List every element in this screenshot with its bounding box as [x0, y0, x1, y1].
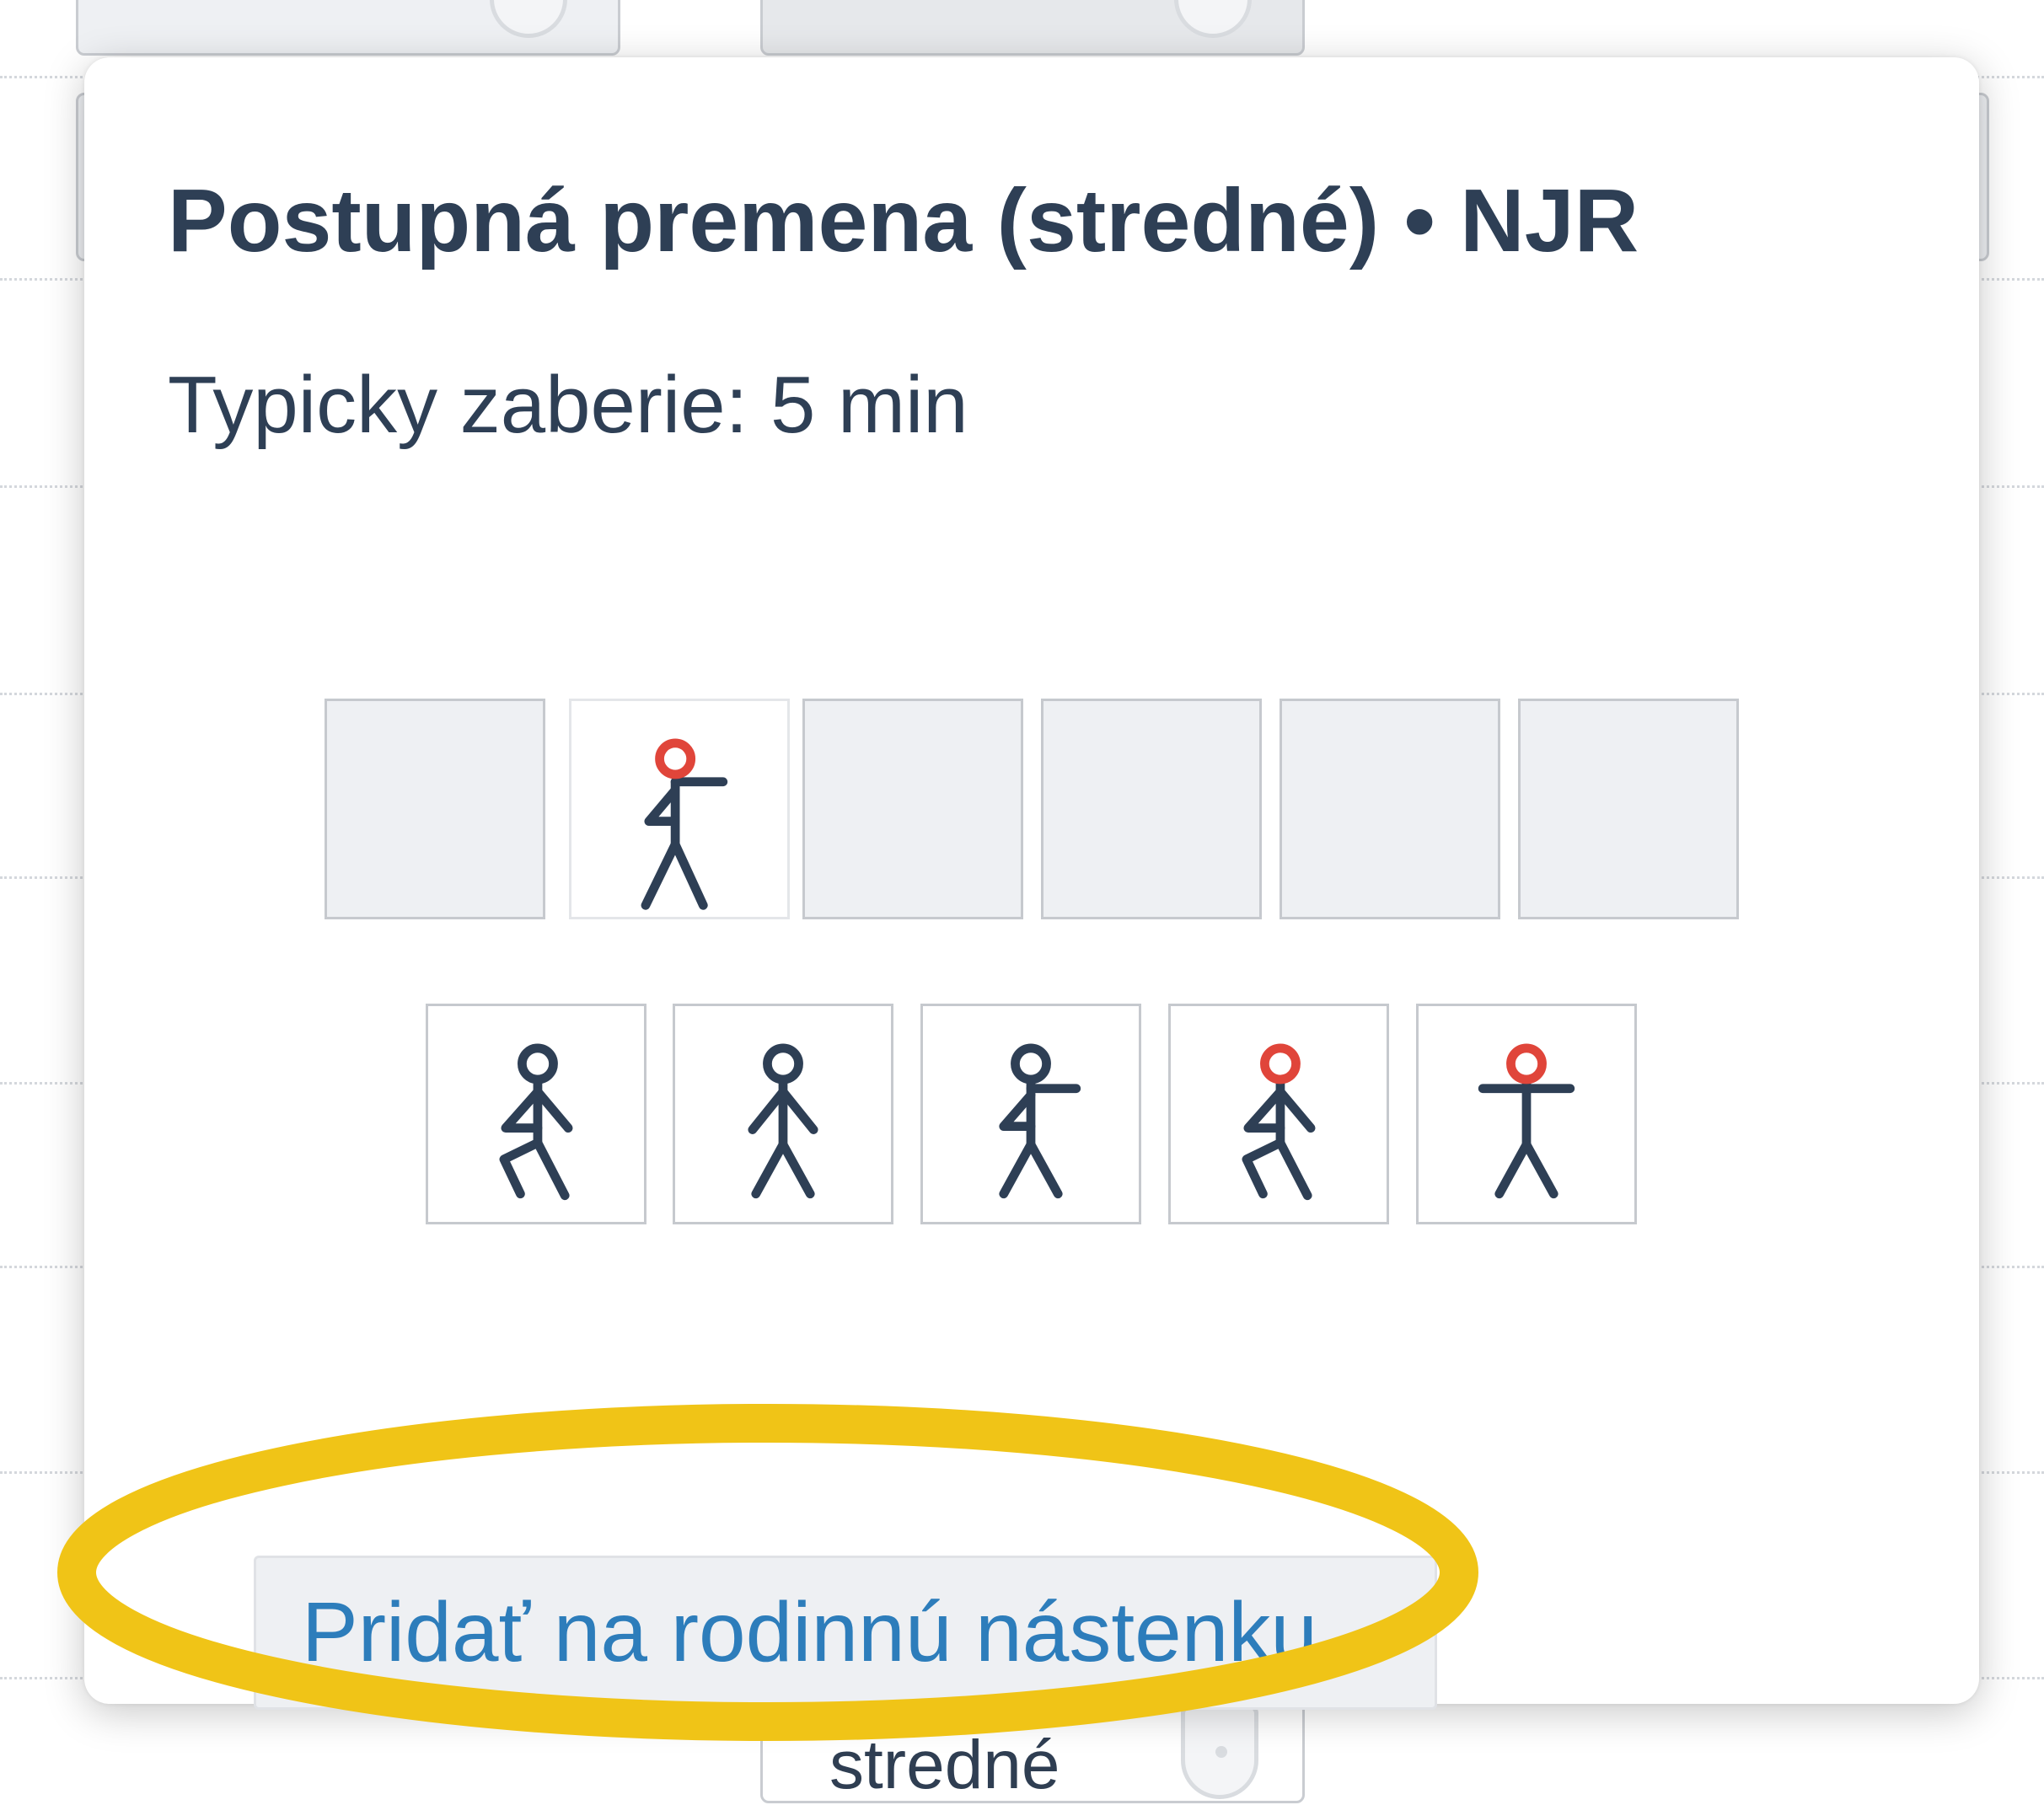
- activity-title: Postupná premena (stredné) • NJR: [168, 171, 1639, 270]
- stick-figure-knee-kick-icon: [499, 1043, 573, 1201]
- sequence-slot-empty[interactable]: [325, 699, 545, 919]
- activity-duration: Typicky zaberie: 5 min: [168, 360, 968, 450]
- choice-figure-arms-out-red[interactable]: [1416, 1004, 1637, 1224]
- sequence-slot-filled[interactable]: [569, 699, 790, 919]
- background-card-label: stredné: [829, 1727, 1060, 1803]
- activity-popup: Postupná premena (stredné) • NJR Typicky…: [84, 57, 1979, 1710]
- background-card[interactable]: [76, 0, 620, 56]
- stick-figure-walk-icon: [748, 1043, 818, 1199]
- sequence-slot-empty[interactable]: [1041, 699, 1262, 919]
- shield-icon: [490, 0, 567, 38]
- sequence-slot-empty[interactable]: [1518, 699, 1739, 919]
- background-card[interactable]: [760, 0, 1305, 56]
- choice-figure-walk[interactable]: [673, 1004, 893, 1224]
- choice-figure-knee-kick-red[interactable]: [1168, 1004, 1389, 1224]
- sequence-slot-empty[interactable]: [802, 699, 1023, 919]
- stick-figure-arm-right-icon: [641, 738, 728, 910]
- sequence-slot-empty[interactable]: [1280, 699, 1500, 919]
- choice-figure-arm-right[interactable]: [920, 1004, 1141, 1224]
- shield-icon: [1181, 1705, 1258, 1799]
- add-to-family-board-button[interactable]: Pridať na rodinnú nástenku: [254, 1556, 1437, 1710]
- stick-figure-arm-right-icon: [999, 1043, 1081, 1199]
- choice-figure-knee-kick[interactable]: [426, 1004, 646, 1224]
- stick-figure-arms-out-icon: [1478, 1043, 1575, 1199]
- shield-icon: [1174, 0, 1252, 38]
- stick-figure-knee-kick-icon: [1242, 1043, 1316, 1201]
